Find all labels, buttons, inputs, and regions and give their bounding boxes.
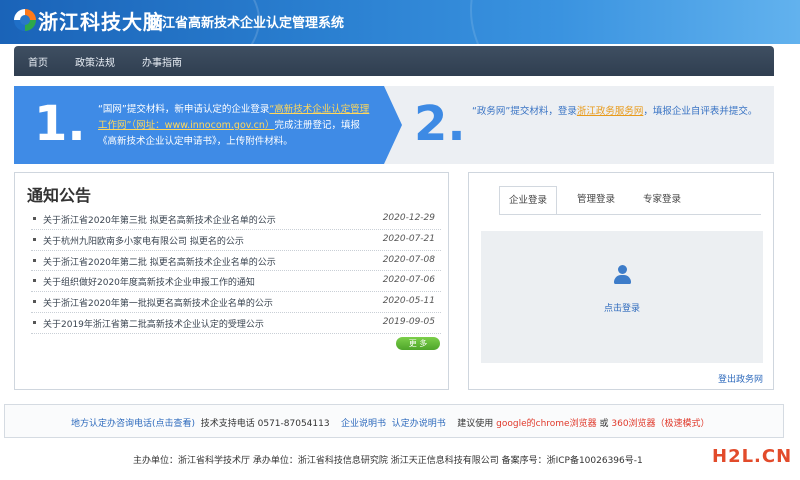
tab-admin-login[interactable]: 管理登录 [567,186,625,214]
chrome-link[interactable]: google的chrome浏览器 [496,419,596,429]
step-arrow [384,86,402,164]
notice-item-title[interactable]: 关于浙江省2020年第二批 拟更名高新技术企业名单的公示 [43,255,276,268]
brand-logo-text[interactable]: 浙江科技大脑 [38,6,164,35]
consult-phone-link[interactable]: 地方认定办咨询电话(点击查看) [71,419,195,429]
notice-item-title[interactable]: 关于浙江省2020年第三批 拟更名高新技术企业名单的公示 [43,213,276,226]
notice-title: 通知公告 [27,186,92,205]
click-login-label[interactable]: 点击登录 [481,301,763,314]
tab-expert-login[interactable]: 专家登录 [633,186,691,214]
tab-divider [499,214,761,215]
notice-item-title[interactable]: 关于杭州九阳欧南多小家电有限公司 拟更名的公示 [43,234,244,247]
step-2-text: “政务网”提交材料，登录浙江政务服务网，填报企业自评表并提交。 [472,104,768,120]
main-nav: 首页 政策法规 办事指南 [14,46,774,76]
step-2-text-b: ，填报企业自评表并提交。 [643,106,758,117]
logo-icon [14,9,36,31]
notice-item-date: 2020-07-21 [382,233,435,244]
zjzwfw-link[interactable]: 浙江政务服务网 [577,106,644,117]
header-decoration [470,0,800,44]
footer-text: 地方认定办咨询电话(点击查看) 技术支持电话 0571-87054113 企业说… [71,416,710,429]
step-2-panel: 2. “政务网”提交材料，登录浙江政务服务网，填报企业自评表并提交。 [384,86,774,164]
watermark-logo: H2L.CN [712,446,793,467]
notice-item: 关于组织做好2020年度高新技术企业申报工作的通知 2020-07-06 [31,271,441,293]
login-click-area[interactable]: 点击登录 [481,231,763,363]
or-text: 或 [599,419,609,429]
browser-suggestion: 建议使用 [457,419,494,429]
enterprise-manual-link[interactable]: 企业说明书 [341,419,386,429]
notice-panel: 通知公告 关于浙江省2020年第三批 拟更名高新技术企业名单的公示 2020-12… [14,172,449,390]
browser-360-link[interactable]: 360浏览器（极速模式） [611,419,709,429]
step-1-panel: 1. “国网”提交材料，新申请认定的企业登录“高新技术企业认定管理工作网”（网址… [14,86,384,164]
step-1-text-a: “国网”提交材料，新申请认定的企业登录 [98,104,270,115]
footer-bar: 地方认定办咨询电话(点击查看) 技术支持电话 0571-87054113 企业说… [4,404,784,438]
copyright-text: 主办单位：浙江省科学技术厅 承办单位：浙江省科技信息研究院 浙江天正信息科技有限… [133,456,643,466]
login-tabs: 企业登录 管理登录 专家登录 [499,186,759,214]
login-panel: 企业登录 管理登录 专家登录 点击登录 登出政务网 [468,172,774,390]
notice-item: 关于浙江省2020年第三批 拟更名高新技术企业名单的公示 2020-12-29 [31,209,441,230]
support-phone: 技术支持电话 0571-87054113 [200,419,330,429]
step-1-number: 1. [34,96,86,152]
tab-enterprise-login[interactable]: 企业登录 [499,186,557,214]
nav-item-policy[interactable]: 政策法规 [75,54,115,69]
nav-item-home[interactable]: 首页 [28,54,48,69]
notice-list: 关于浙江省2020年第三批 拟更名高新技术企业名单的公示 2020-12-29 关… [31,209,441,334]
system-title: 浙江省高新技术企业认定管理系统 [149,16,345,31]
user-icon [613,265,631,285]
step-1-text: “国网”提交材料，新申请认定的企业登录“高新技术企业认定管理工作网”（网址：ww… [98,102,378,150]
notice-item: 关于杭州九阳欧南多小家电有限公司 拟更名的公示 2020-07-21 [31,230,441,251]
step-2-text-a: “政务网”提交材料，登录 [472,106,577,117]
logout-link[interactable]: 登出政务网 [718,372,763,385]
notice-item-title[interactable]: 关于组织做好2020年度高新技术企业申报工作的通知 [43,275,255,288]
notice-item-date: 2020-07-06 [382,275,435,286]
notice-item-date: 2019-09-05 [382,316,435,327]
more-button[interactable]: 更 多 [396,337,440,350]
notice-item: 关于2019年浙江省第二批高新技术企业认定的受理公示 2019-09-05 [31,313,441,334]
notice-item-date: 2020-05-11 [382,296,435,307]
notice-item: 关于浙江省2020年第一批拟更名高新技术企业名单的公示 2020-05-11 [31,292,441,313]
admin-manual-link[interactable]: 认定办说明书 [392,419,446,429]
notice-item-date: 2020-07-08 [382,254,435,265]
step-2-number: 2. [414,96,466,152]
site-header: 浙江科技大脑 浙江省高新技术企业认定管理系统 [0,0,800,44]
notice-item-date: 2020-12-29 [382,213,435,223]
notice-item-title[interactable]: 关于浙江省2020年第一批拟更名高新技术企业名单的公示 [43,296,273,309]
nav-item-guide[interactable]: 办事指南 [142,54,182,69]
notice-item-title[interactable]: 关于2019年浙江省第二批高新技术企业认定的受理公示 [43,317,264,330]
notice-item: 关于浙江省2020年第二批 拟更名高新技术企业名单的公示 2020-07-08 [31,251,441,272]
